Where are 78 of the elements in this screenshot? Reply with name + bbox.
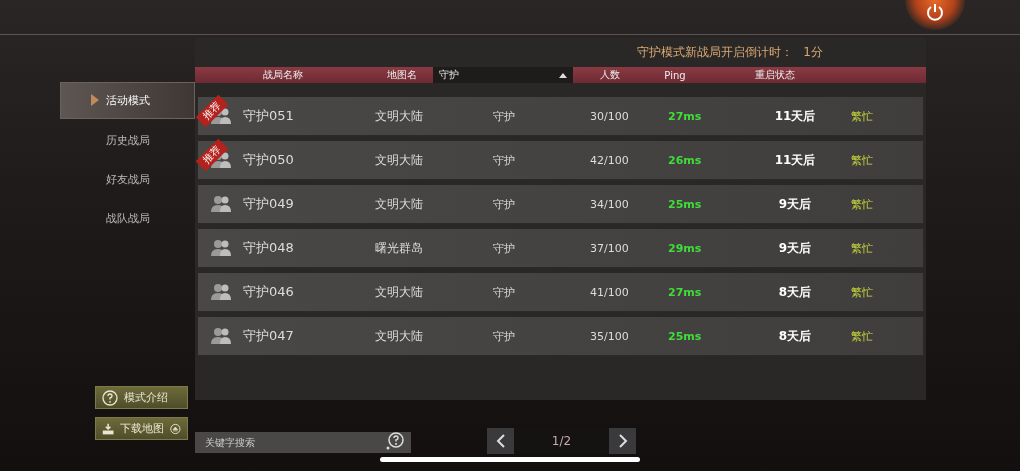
server-row[interactable]: 守护046 文明大陆 守护 41/100 27ms 8天后 繁忙 bbox=[198, 273, 923, 312]
next-page-button[interactable] bbox=[609, 428, 636, 454]
server-name: 守护049 bbox=[243, 195, 295, 213]
server-row[interactable]: 守护049 文明大陆 守护 34/100 25ms 9天后 繁忙 bbox=[198, 185, 923, 224]
countdown-value: 1分 bbox=[803, 44, 823, 61]
search-help-icon bbox=[385, 430, 405, 451]
player-count: 37/100 bbox=[590, 241, 630, 255]
server-status: 繁忙 bbox=[851, 152, 873, 168]
map-name: 文明大陆 bbox=[375, 107, 424, 125]
server-name: 守护051 bbox=[243, 107, 295, 125]
ping-value: 27ms bbox=[668, 109, 703, 123]
ping-value: 26ms bbox=[668, 153, 703, 167]
ping-value: 27ms bbox=[668, 285, 703, 299]
map-name: 曙光群岛 bbox=[375, 239, 424, 257]
mode-name: 守护 bbox=[493, 284, 516, 300]
mode-name: 守护 bbox=[493, 196, 516, 212]
player-count: 30/100 bbox=[590, 109, 630, 123]
server-status: 繁忙 bbox=[851, 284, 873, 300]
column-header: 地图名 bbox=[385, 68, 418, 82]
players-icon bbox=[209, 327, 232, 345]
mode-dropdown[interactable]: 守护 bbox=[433, 67, 573, 83]
page-indicator: 1/2 bbox=[550, 434, 573, 448]
sidebar-item[interactable]: 战队战局 bbox=[60, 199, 195, 238]
server-status: 繁忙 bbox=[851, 240, 873, 256]
server-status: 繁忙 bbox=[851, 196, 873, 212]
restart-time: 8天后 bbox=[777, 327, 813, 345]
player-count: 35/100 bbox=[590, 329, 630, 343]
map-name: 文明大陆 bbox=[375, 151, 424, 169]
server-name: 守护047 bbox=[243, 327, 295, 345]
player-count: 34/100 bbox=[590, 197, 630, 211]
map-name: 文明大陆 bbox=[375, 283, 424, 301]
server-row[interactable]: 推荐 守护051 文明大陆 守护 30/100 27ms 11天后 繁忙 bbox=[198, 97, 923, 136]
mode-name: 守护 bbox=[493, 108, 516, 124]
column-header: Ping bbox=[663, 69, 687, 81]
player-count: 41/100 bbox=[590, 285, 630, 299]
map-name: 文明大陆 bbox=[375, 327, 424, 345]
sidebar-item[interactable]: 活动模式 bbox=[60, 82, 195, 119]
restart-time: 11天后 bbox=[773, 107, 817, 125]
search-field[interactable]: 关键字搜索 bbox=[195, 431, 411, 453]
mode-name: 守护 bbox=[493, 152, 516, 168]
server-row[interactable]: 守护047 文明大陆 守护 35/100 25ms 8天后 繁忙 bbox=[198, 317, 923, 356]
sidebar-item[interactable]: 好友战局 bbox=[60, 160, 195, 199]
arrow-icon bbox=[91, 94, 99, 106]
server-name: 守护048 bbox=[243, 239, 295, 257]
chevron-right-icon bbox=[617, 433, 628, 449]
players-icon bbox=[209, 195, 232, 213]
players-icon bbox=[209, 283, 232, 301]
server-name: 守护050 bbox=[243, 151, 295, 169]
restart-time: 9天后 bbox=[777, 195, 813, 213]
download-map-button[interactable]: 下载地图 bbox=[95, 417, 188, 440]
chevron-left-icon bbox=[495, 433, 506, 449]
server-name: 守护046 bbox=[243, 283, 295, 301]
map-name: 文明大陆 bbox=[375, 195, 424, 213]
eject-icon bbox=[170, 421, 181, 436]
restart-time: 11天后 bbox=[773, 151, 817, 169]
player-count: 42/100 bbox=[590, 153, 630, 167]
server-status: 繁忙 bbox=[851, 328, 873, 344]
power-icon bbox=[925, 2, 945, 22]
column-header: 战局名称 bbox=[261, 68, 304, 82]
restart-time: 8天后 bbox=[777, 283, 813, 301]
column-header: 重启状态 bbox=[754, 68, 796, 82]
previous-page-button[interactable] bbox=[487, 428, 514, 454]
mode-name: 守护 bbox=[493, 328, 516, 344]
server-row[interactable]: 推荐 守护050 文明大陆 守护 42/100 26ms 11天后 繁忙 bbox=[198, 141, 923, 180]
column-header: 人数 bbox=[599, 68, 621, 82]
server-row[interactable]: 守护048 曙光群岛 守护 37/100 29ms 9天后 繁忙 bbox=[198, 229, 923, 268]
ping-value: 25ms bbox=[668, 197, 703, 211]
help-icon bbox=[102, 389, 118, 406]
mode-intro-button[interactable]: 模式介绍 bbox=[95, 386, 188, 409]
ping-value: 25ms bbox=[668, 329, 703, 343]
players-icon bbox=[209, 239, 232, 257]
restart-time: 9天后 bbox=[777, 239, 813, 257]
caret-icon bbox=[559, 72, 567, 78]
mode-name: 守护 bbox=[493, 240, 516, 256]
server-status: 繁忙 bbox=[851, 108, 873, 124]
countdown-label: 守护模式新战局开启倒计时： bbox=[637, 44, 794, 61]
ping-value: 29ms bbox=[668, 241, 703, 255]
sidebar-item[interactable]: 历史战局 bbox=[60, 121, 195, 160]
